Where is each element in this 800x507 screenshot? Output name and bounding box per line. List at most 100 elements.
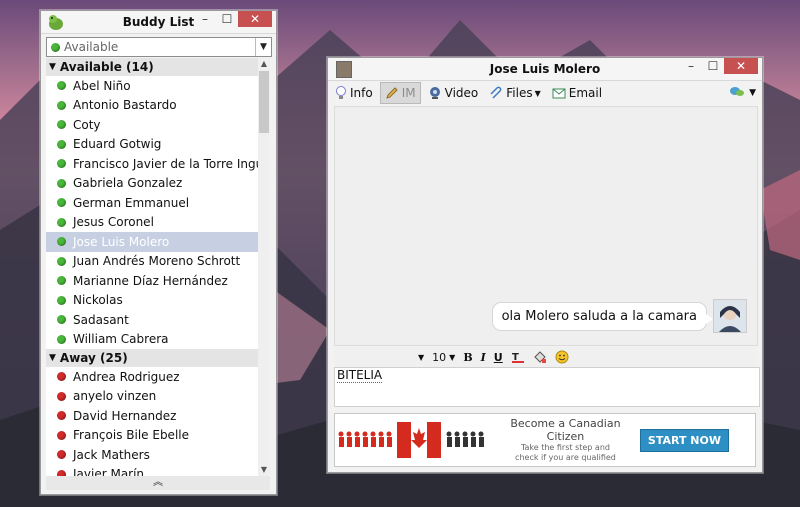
- bold-icon[interactable]: B: [463, 351, 472, 364]
- buddy-list-item[interactable]: Marianne Díaz Hernández: [46, 271, 258, 291]
- mail-icon: [552, 86, 566, 100]
- chevron-down-icon[interactable]: ▼: [255, 38, 271, 56]
- buddy-name: Jesus Coronel: [73, 215, 154, 230]
- buddy-list-titlebar[interactable]: Buddy List – ☐ ✕: [41, 11, 276, 34]
- canada-flag-graphic: [335, 414, 491, 466]
- status-selector[interactable]: Available ▼: [46, 37, 272, 57]
- info-button[interactable]: Info: [331, 83, 377, 103]
- maximize-button[interactable]: ☐: [216, 11, 238, 27]
- buddy-name: Sadasant: [73, 312, 129, 327]
- ad-subline-2: check if you are qualified: [515, 453, 616, 462]
- buddy-list-item[interactable]: François Bile Ebelle: [46, 426, 258, 446]
- buddy-name: Marianne Díaz Hernández: [73, 273, 228, 288]
- buddy-list-item[interactable]: anyelo vinzen: [46, 387, 258, 407]
- text-color-icon[interactable]: T: [511, 350, 525, 364]
- away-status-icon: [57, 450, 66, 460]
- ad-headline: Become a Canadian Citizen: [510, 417, 621, 443]
- buddy-list-item[interactable]: Jose Luis Molero: [46, 232, 258, 252]
- collapse-triangle-icon[interactable]: ▼: [49, 353, 56, 363]
- available-status-icon: [57, 120, 66, 130]
- double-chevron-up-icon[interactable]: ︽: [153, 477, 163, 488]
- minimize-button[interactable]: –: [194, 11, 216, 27]
- available-status-icon: [57, 81, 66, 91]
- scroll-up-icon[interactable]: ▲: [258, 58, 270, 70]
- buddy-list-item[interactable]: Abel Niño: [46, 76, 258, 96]
- im-button[interactable]: IM: [379, 82, 421, 104]
- buddy-name: Juan Andrés Moreno Schrott: [73, 254, 241, 269]
- buddy-list: ▼ Available (14) Abel Niño Antonio Bastardo…: [46, 58, 258, 476]
- email-button[interactable]: Email: [548, 83, 606, 103]
- underline-icon[interactable]: U: [494, 351, 503, 364]
- buddy-name: Eduard Gotwig: [73, 137, 162, 152]
- buddy-group-header[interactable]: ▼ Available (14): [46, 58, 258, 76]
- away-status-icon: [57, 430, 66, 440]
- buddy-name: Gabriela Gonzalez: [73, 176, 183, 191]
- away-status-icon: [57, 372, 66, 382]
- buddy-list-item[interactable]: Sadasant: [46, 310, 258, 330]
- email-label: Email: [568, 86, 603, 100]
- video-button[interactable]: Video: [424, 83, 483, 103]
- chevron-down-icon[interactable]: ▼: [749, 88, 756, 98]
- buddy-list-item[interactable]: Jack Mathers: [46, 445, 258, 465]
- buddy-name: William Cabrera: [73, 332, 169, 347]
- buddy-list-item[interactable]: Antonio Bastardo: [46, 96, 258, 116]
- font-family-dropdown[interactable]: ▼: [418, 353, 424, 362]
- italic-icon[interactable]: I: [481, 351, 486, 364]
- buddy-group-label: Away (25): [59, 351, 128, 365]
- advertisement-banner[interactable]: Become a Canadian Citizen Take the first…: [334, 413, 756, 467]
- buddy-list-item[interactable]: German Emmanuel: [46, 193, 258, 213]
- message-input[interactable]: BITELIA: [334, 367, 760, 407]
- avatar: [713, 299, 747, 333]
- chevron-down-icon[interactable]: ▼: [449, 353, 455, 362]
- more-options-button[interactable]: ▼: [729, 86, 756, 101]
- buddy-list-item[interactable]: Nickolas: [46, 291, 258, 311]
- buddy-list-item[interactable]: Javier Marín: [46, 465, 258, 476]
- buddy-list-item[interactable]: William Cabrera: [46, 330, 258, 350]
- buddy-list-scrollbar[interactable]: ▲ ▼: [258, 58, 270, 476]
- available-status-icon: [51, 42, 60, 52]
- chat-toolbar: Info IM Video Files ▼ Email ▼: [328, 81, 762, 105]
- close-button[interactable]: ✕: [724, 58, 758, 74]
- message-input-text: BITELIA: [337, 368, 383, 383]
- buddy-name: Javier Marín: [73, 467, 145, 476]
- away-status-icon: [57, 391, 66, 401]
- start-now-button[interactable]: START NOW: [639, 428, 729, 452]
- buddy-list-item[interactable]: Francisco Javier de la Torre Ingu...: [46, 154, 258, 174]
- buddy-group-header[interactable]: ▼ Away (25): [46, 349, 258, 367]
- lightbulb-icon: [335, 86, 347, 100]
- font-size-dropdown[interactable]: 10 ▼: [432, 351, 455, 364]
- chat-titlebar[interactable]: Jose Luis Molero – ☐ ✕: [328, 58, 762, 81]
- buddy-name: Nickolas: [73, 293, 123, 308]
- smiley-icon[interactable]: [555, 350, 569, 364]
- maximize-button[interactable]: ☐: [702, 58, 724, 74]
- buddy-name: David Hernandez: [73, 408, 177, 423]
- buddy-list-item[interactable]: Jesus Coronel: [46, 213, 258, 233]
- im-label: IM: [401, 86, 416, 100]
- minimize-button[interactable]: –: [680, 58, 702, 74]
- buddy-name: anyelo vinzen: [73, 389, 157, 404]
- webcam-icon: [428, 86, 442, 100]
- chat-window: Jose Luis Molero – ☐ ✕ Info IM Video Fil…: [327, 57, 763, 473]
- scroll-down-icon[interactable]: ▼: [258, 464, 270, 476]
- expand-bar[interactable]: ︽: [46, 476, 270, 490]
- buddy-name: Andrea Rodriguez: [73, 369, 180, 384]
- buddy-list-item[interactable]: Andrea Rodriguez: [46, 367, 258, 387]
- buddy-name: Francisco Javier de la Torre Ingu...: [73, 156, 258, 171]
- close-button[interactable]: ✕: [238, 11, 272, 27]
- buddy-name: François Bile Ebelle: [73, 428, 189, 443]
- buddy-name: Coty: [73, 117, 101, 132]
- buddy-list-item[interactable]: Eduard Gotwig: [46, 135, 258, 155]
- background-color-icon[interactable]: [533, 350, 547, 364]
- buddy-list-item[interactable]: Juan Andrés Moreno Schrott: [46, 252, 258, 272]
- buddy-name: Antonio Bastardo: [73, 98, 177, 113]
- available-status-icon: [57, 217, 66, 227]
- paperclip-icon: [489, 86, 503, 100]
- files-button[interactable]: Files ▼: [485, 83, 545, 103]
- chevron-down-icon[interactable]: ▼: [535, 89, 541, 98]
- buddy-list-item[interactable]: David Hernandez: [46, 406, 258, 426]
- video-label: Video: [444, 86, 479, 100]
- collapse-triangle-icon[interactable]: ▼: [49, 62, 56, 72]
- buddy-list-item[interactable]: Coty: [46, 115, 258, 135]
- scrollbar-thumb[interactable]: [259, 71, 269, 133]
- buddy-list-item[interactable]: Gabriela Gonzalez: [46, 174, 258, 194]
